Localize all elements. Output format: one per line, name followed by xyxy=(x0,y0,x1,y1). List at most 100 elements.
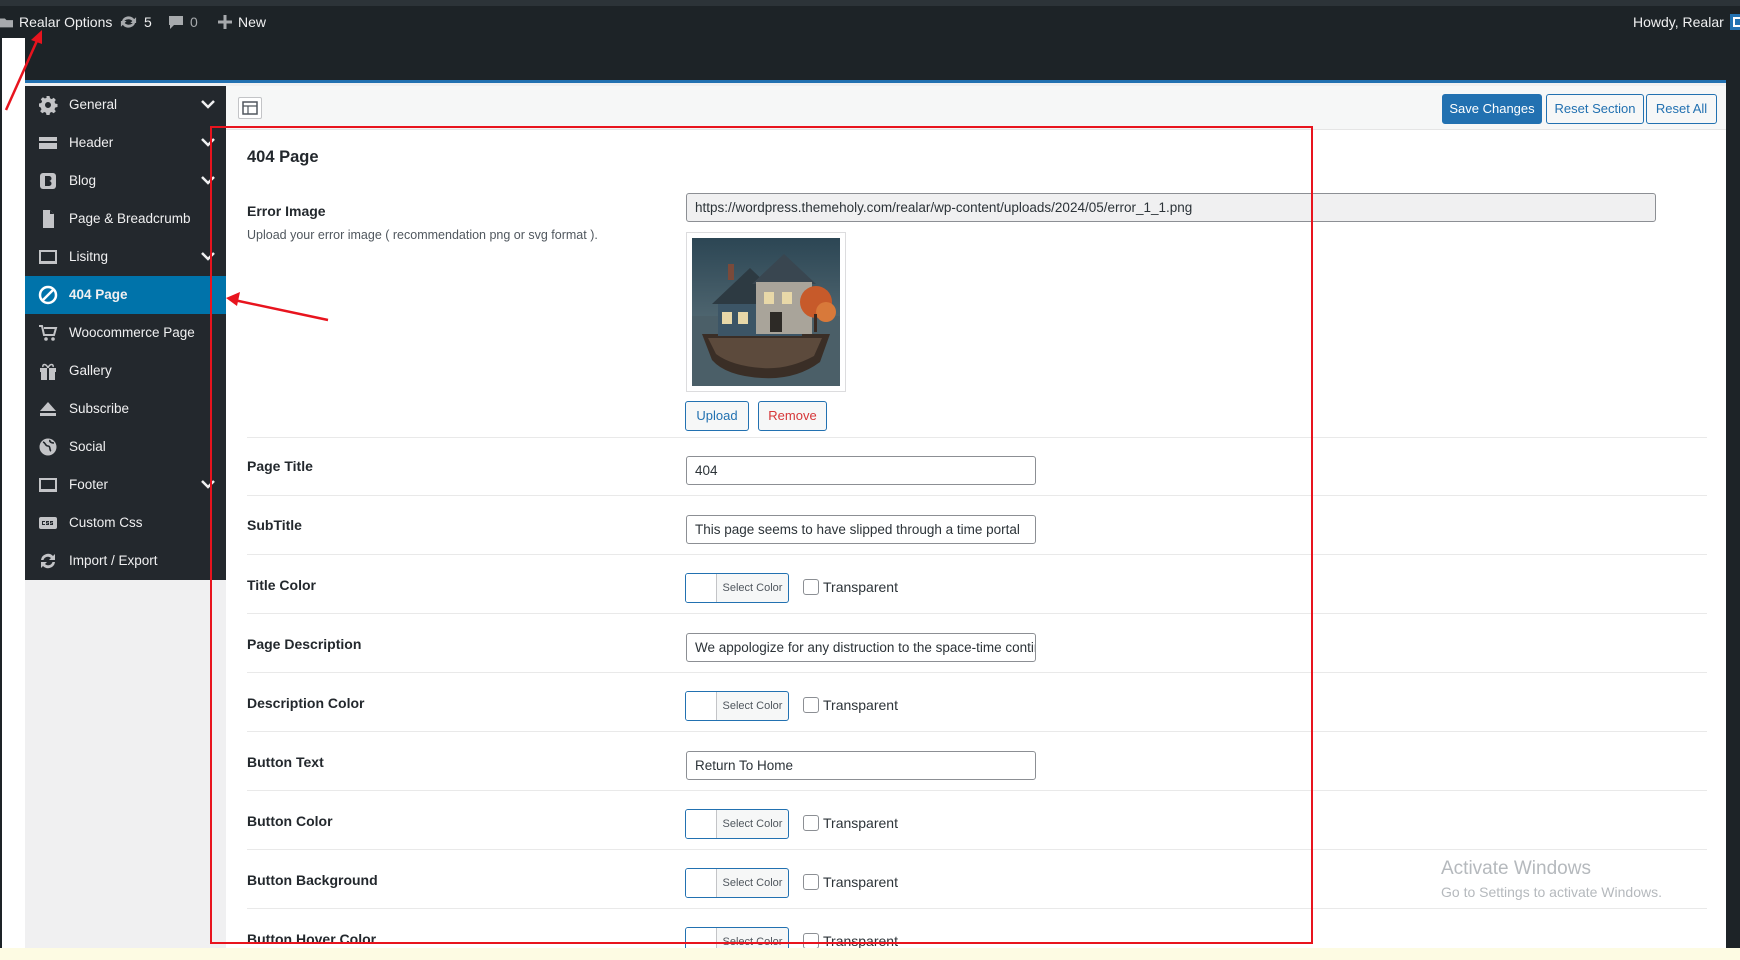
options-panel: Save Changes Reset Section Reset All 404… xyxy=(226,86,1726,960)
sidebar-item-footer[interactable]: Footer xyxy=(25,466,226,504)
page-left-margin xyxy=(0,38,25,960)
button-color-transparent[interactable]: Transparent xyxy=(803,815,898,831)
row-divider xyxy=(247,554,1707,555)
color-swatch xyxy=(686,810,717,838)
options-header-band xyxy=(0,43,1740,83)
activate-windows-watermark: Activate Windows Go to Settings to activ… xyxy=(1441,858,1662,900)
site-name-link[interactable]: Realar Options xyxy=(0,14,112,30)
sidebar-item-gallery[interactable]: Gallery xyxy=(25,352,226,390)
eject-icon xyxy=(40,402,56,416)
sidebar-item-listing[interactable]: Lisitng xyxy=(25,238,226,276)
button-hover-color-transparent[interactable]: Transparent xyxy=(803,933,898,949)
sidebar-item-custom-css[interactable]: Custom Css xyxy=(25,504,226,542)
options-toolbar: Save Changes Reset Section Reset All xyxy=(226,86,1726,130)
new-content-link[interactable]: New xyxy=(218,14,266,30)
expand-layout-icon[interactable] xyxy=(238,97,262,119)
house-image xyxy=(692,238,840,386)
gift-icon xyxy=(40,363,56,380)
color-swatch xyxy=(686,869,717,897)
admin-bar: Realar Options 5 0 New Howdy, Realar xyxy=(0,0,1740,43)
my-account-link[interactable]: Howdy, Realar xyxy=(1633,14,1740,30)
gear-icon xyxy=(39,96,58,115)
select-color-label: Select Color xyxy=(722,700,783,712)
updates-icon xyxy=(120,16,137,28)
button-background-picker[interactable]: Select Color xyxy=(685,868,789,898)
footer-icon xyxy=(39,478,57,492)
button-background-transparent[interactable]: Transparent xyxy=(803,874,898,890)
button-text-label: Button Text xyxy=(247,754,324,770)
page-title-input[interactable]: 404 xyxy=(686,456,1036,485)
top-strip xyxy=(0,0,1740,6)
row-divider xyxy=(247,908,1707,909)
transparent-checkbox[interactable] xyxy=(803,933,819,949)
title-color-label: Title Color xyxy=(247,577,316,593)
chevron-down-icon xyxy=(201,480,215,489)
listing-icon xyxy=(39,250,57,264)
row-divider xyxy=(247,790,1707,791)
css-icon xyxy=(39,517,57,529)
chevron-down-icon xyxy=(201,138,215,147)
sidebar-item-general[interactable]: General xyxy=(25,86,226,124)
button-text-input[interactable]: Return To Home xyxy=(686,751,1036,780)
button-color-picker[interactable]: Select Color xyxy=(685,809,789,839)
right-scroll-edge xyxy=(1726,38,1740,960)
save-changes-button[interactable]: Save Changes xyxy=(1442,94,1542,124)
sidebar-item-header[interactable]: Header xyxy=(25,124,226,162)
options-sidebar: General Header Blog Page & Breadcrumb Li… xyxy=(25,86,226,580)
sidebar-item-import-export[interactable]: Import / Export xyxy=(25,542,226,580)
reset-section-button[interactable]: Reset Section xyxy=(1546,94,1644,124)
button-background-label: Button Background xyxy=(247,872,378,888)
globe-icon xyxy=(39,438,57,456)
transparent-checkbox[interactable] xyxy=(803,815,819,831)
select-color-label: Select Color xyxy=(722,582,783,594)
left-edge xyxy=(0,38,2,960)
title-color-transparent[interactable]: Transparent xyxy=(803,579,898,595)
row-divider xyxy=(247,495,1707,496)
blog-icon xyxy=(40,173,56,189)
page-description-input[interactable]: We appologize for any distruction to the… xyxy=(686,633,1036,662)
avatar-icon xyxy=(1729,14,1740,30)
button-hover-color-label: Button Hover Color xyxy=(247,931,377,947)
subtitle-input[interactable]: This page seems to have slipped through … xyxy=(686,515,1036,544)
page-title-label: Page Title xyxy=(247,458,313,474)
row-divider xyxy=(247,849,1707,850)
row-divider xyxy=(247,437,1707,438)
comments-link[interactable]: 0 xyxy=(168,14,198,30)
select-color-label: Select Color xyxy=(722,877,783,889)
chevron-down-icon xyxy=(201,176,215,185)
error-image-url-field[interactable]: https://wordpress.themeholy.com/realar/w… xyxy=(686,193,1656,222)
block-icon xyxy=(38,285,58,305)
description-color-picker[interactable]: Select Color xyxy=(685,691,789,721)
header-icon xyxy=(39,137,57,149)
row-divider xyxy=(247,731,1707,732)
chevron-down-icon xyxy=(201,100,215,109)
page-description-label: Page Description xyxy=(247,636,362,652)
description-color-label: Description Color xyxy=(247,695,365,711)
upload-button[interactable]: Upload xyxy=(685,401,749,431)
section-title: 404 Page xyxy=(247,148,319,166)
sidebar-item-woocommerce-page[interactable]: Woocommerce Page xyxy=(25,314,226,352)
sidebar-item-404-page[interactable]: 404 Page xyxy=(25,276,226,314)
sidebar-item-subscribe[interactable]: Subscribe xyxy=(25,390,226,428)
sidebar-item-social[interactable]: Social xyxy=(25,428,226,466)
transparent-checkbox[interactable] xyxy=(803,579,819,595)
folder-icon xyxy=(0,17,13,27)
plus-icon xyxy=(218,15,232,29)
accent-line xyxy=(25,80,1726,83)
error-image-label: Error Image xyxy=(247,203,326,219)
reset-all-button[interactable]: Reset All xyxy=(1646,94,1717,124)
color-swatch xyxy=(686,574,717,602)
description-color-transparent[interactable]: Transparent xyxy=(803,697,898,713)
page-icon xyxy=(43,210,54,228)
sidebar-item-blog[interactable]: Blog xyxy=(25,162,226,200)
select-color-label: Select Color xyxy=(722,818,783,830)
bottom-notice-strip xyxy=(0,948,1740,960)
remove-button[interactable]: Remove xyxy=(758,401,827,431)
transparent-checkbox[interactable] xyxy=(803,697,819,713)
sidebar-item-page-breadcrumb[interactable]: Page & Breadcrumb xyxy=(25,200,226,238)
button-color-label: Button Color xyxy=(247,813,333,829)
transparent-checkbox[interactable] xyxy=(803,874,819,890)
updates-link[interactable]: 5 xyxy=(119,14,152,30)
title-color-picker[interactable]: Select Color xyxy=(685,573,789,603)
row-divider xyxy=(247,672,1707,673)
